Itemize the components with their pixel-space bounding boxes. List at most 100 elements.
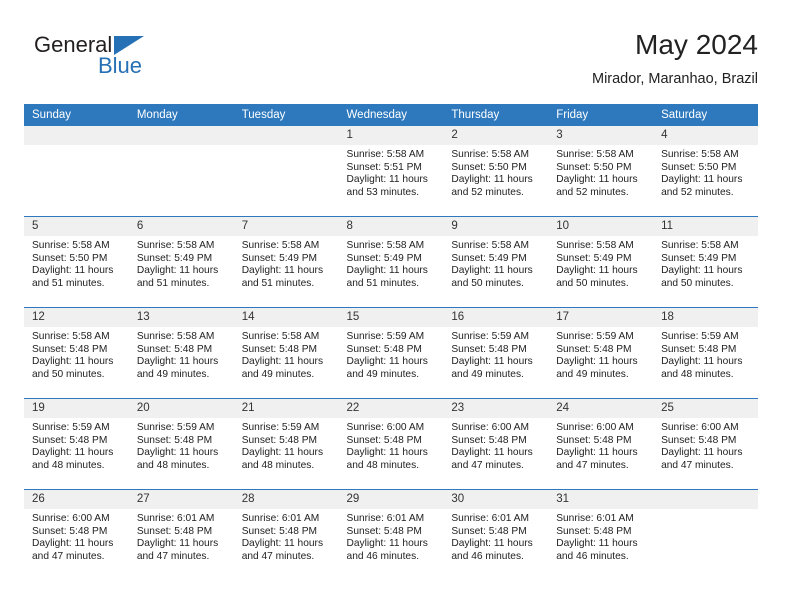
calendar-day-cell[interactable]: 5 Sunrise: 5:58 AM Sunset: 5:50 PM Daylight… <box>24 216 129 308</box>
daylight-text-line2: and 51 minutes. <box>136 277 210 289</box>
sunrise-text: Sunrise: 6:00 AM <box>451 422 529 433</box>
day-sun-info: Sunrise: 5:58 AM Sunset: 5:48 PM Daylight:… <box>24 327 129 381</box>
sunrise-text: Sunrise: 6:01 AM <box>346 513 425 524</box>
daylight-text-line2: and 51 minutes. <box>241 277 315 289</box>
calendar-day-cell[interactable]: 21 Sunrise: 5:59 AM Sunset: 5:48 PM Dayligh… <box>233 398 339 490</box>
calendar-week-row: 5 Sunrise: 5:58 AM Sunset: 5:50 PM Daylight… <box>24 216 758 308</box>
page-title: May 2024 <box>635 29 758 60</box>
calendar-day-cell[interactable]: 14 Sunrise: 5:58 AM Sunset: 5:48 PM Dayligh… <box>233 307 339 399</box>
calendar-week-row: 26 Sunrise: 6:00 AM Sunset: 5:48 PM Dayligh… <box>24 489 758 580</box>
sunset-text: Sunset: 5:49 PM <box>346 252 422 264</box>
day-number: 4 <box>653 126 758 145</box>
calendar-day-cell[interactable]: 18 Sunrise: 5:59 AM Sunset: 5:48 PM Dayligh… <box>653 307 758 399</box>
daylight-text-line2: and 49 minutes. <box>241 368 315 380</box>
daylight-text-line1: Daylight: 11 hours <box>32 356 114 368</box>
day-number: 21 <box>233 399 339 418</box>
day-sun-info: Sunrise: 5:59 AM Sunset: 5:48 PM Daylight:… <box>548 327 653 381</box>
daylight-text-line1: Daylight: 11 hours <box>346 265 428 277</box>
sunset-text: Sunset: 5:48 PM <box>136 525 213 537</box>
weekday-header-friday: Friday <box>548 104 654 126</box>
calendar-day-cell[interactable]: 24 Sunrise: 6:00 AM Sunset: 5:48 PM Dayligh… <box>548 398 654 490</box>
daylight-text-line1: Daylight: 11 hours <box>136 538 219 550</box>
daylight-text-line2: and 51 minutes. <box>346 277 420 289</box>
day-sun-info: Sunrise: 5:58 AM Sunset: 5:50 PM Daylight:… <box>443 145 548 199</box>
calendar-day-cell[interactable]: 10 Sunrise: 5:58 AM Sunset: 5:49 PM Dayligh… <box>548 216 654 308</box>
sunset-text: Sunset: 5:48 PM <box>136 343 213 355</box>
sunset-text: Sunset: 5:49 PM <box>136 252 213 264</box>
calendar-day-cell[interactable]: 25 Sunrise: 6:00 AM Sunset: 5:48 PM Dayligh… <box>653 398 758 490</box>
day-number: 7 <box>233 217 339 236</box>
calendar-day-cell[interactable]: 13 Sunrise: 5:58 AM Sunset: 5:48 PM Dayligh… <box>128 307 234 399</box>
day-sun-info: Sunrise: 5:59 AM Sunset: 5:48 PM Daylight:… <box>234 418 339 472</box>
calendar-day-cell[interactable]: 20 Sunrise: 5:59 AM Sunset: 5:48 PM Dayligh… <box>128 398 234 490</box>
calendar-day-cell[interactable]: 4 Sunrise: 5:58 AM Sunset: 5:50 PM Daylight… <box>653 126 758 217</box>
sunset-text: Sunset: 5:48 PM <box>451 525 527 537</box>
calendar-day-cell[interactable]: 17 Sunrise: 5:59 AM Sunset: 5:48 PM Dayligh… <box>548 307 654 399</box>
calendar-day-cell[interactable]: 28 Sunrise: 6:01 AM Sunset: 5:48 PM Dayligh… <box>233 489 339 580</box>
day-sun-info: Sunrise: 5:58 AM Sunset: 5:48 PM Daylight:… <box>234 327 339 381</box>
calendar-day-cell[interactable] <box>233 126 339 217</box>
calendar-day-cell[interactable]: 1 Sunrise: 5:58 AM Sunset: 5:51 PM Daylight… <box>338 126 444 217</box>
calendar-day-cell[interactable] <box>24 126 129 217</box>
daylight-text-line2: and 48 minutes. <box>32 459 105 471</box>
sunrise-text: Sunrise: 6:01 AM <box>451 513 529 524</box>
day-box <box>653 490 758 580</box>
daylight-text-line2: and 46 minutes. <box>556 550 629 562</box>
daylight-text-line1: Daylight: 11 hours <box>556 174 638 186</box>
day-number: 18 <box>653 308 758 327</box>
sunrise-text: Sunrise: 5:58 AM <box>136 331 215 342</box>
calendar-day-cell[interactable]: 9 Sunrise: 5:58 AM Sunset: 5:49 PM Daylight… <box>443 216 549 308</box>
day-sun-info: Sunrise: 6:01 AM Sunset: 5:48 PM Daylight:… <box>234 509 339 563</box>
day-box: 20 Sunrise: 5:59 AM Sunset: 5:48 PM Dayligh… <box>128 399 234 489</box>
sunset-text: Sunset: 5:50 PM <box>661 161 737 173</box>
calendar-day-cell[interactable]: 16 Sunrise: 5:59 AM Sunset: 5:48 PM Dayligh… <box>443 307 549 399</box>
daylight-text-line2: and 47 minutes. <box>661 459 734 471</box>
daylight-text-line1: Daylight: 11 hours <box>556 538 638 550</box>
calendar-day-cell[interactable]: 27 Sunrise: 6:01 AM Sunset: 5:48 PM Dayligh… <box>128 489 234 580</box>
day-box: 30 Sunrise: 6:01 AM Sunset: 5:48 PM Dayligh… <box>443 490 549 580</box>
sunset-text: Sunset: 5:48 PM <box>451 434 527 446</box>
day-sun-info: Sunrise: 5:58 AM Sunset: 5:49 PM Daylight:… <box>129 236 234 290</box>
calendar-day-cell[interactable]: 23 Sunrise: 6:00 AM Sunset: 5:48 PM Dayligh… <box>443 398 549 490</box>
calendar-day-cell[interactable]: 12 Sunrise: 5:58 AM Sunset: 5:48 PM Dayligh… <box>24 307 129 399</box>
calendar-day-cell[interactable]: 7 Sunrise: 5:58 AM Sunset: 5:49 PM Daylight… <box>233 216 339 308</box>
daylight-text-line1: Daylight: 11 hours <box>556 356 638 368</box>
calendar-day-cell[interactable]: 30 Sunrise: 6:01 AM Sunset: 5:48 PM Dayligh… <box>443 489 549 580</box>
daylight-text-line2: and 48 minutes. <box>661 368 734 380</box>
calendar-day-cell[interactable]: 19 Sunrise: 5:59 AM Sunset: 5:48 PM Dayligh… <box>24 398 129 490</box>
day-sun-info: Sunrise: 5:59 AM Sunset: 5:48 PM Daylight:… <box>443 327 548 381</box>
day-sun-info: Sunrise: 5:58 AM Sunset: 5:51 PM Daylight:… <box>339 145 444 199</box>
sunrise-text: Sunrise: 5:58 AM <box>346 240 425 251</box>
sunset-text: Sunset: 5:48 PM <box>241 343 318 355</box>
calendar-day-cell[interactable]: 8 Sunrise: 5:58 AM Sunset: 5:49 PM Daylight… <box>338 216 444 308</box>
day-sun-info: Sunrise: 6:01 AM Sunset: 5:48 PM Daylight:… <box>129 509 234 563</box>
weekday-header-thursday: Thursday <box>443 104 549 126</box>
daylight-text-line2: and 49 minutes. <box>451 368 524 380</box>
calendar-day-cell[interactable]: 15 Sunrise: 5:59 AM Sunset: 5:48 PM Dayligh… <box>338 307 444 399</box>
sunrise-text: Sunrise: 5:59 AM <box>241 422 320 433</box>
calendar-day-cell[interactable]: 6 Sunrise: 5:58 AM Sunset: 5:49 PM Daylight… <box>128 216 234 308</box>
calendar-day-cell[interactable] <box>653 489 758 580</box>
calendar-day-cell[interactable] <box>128 126 234 217</box>
calendar-day-cell[interactable]: 26 Sunrise: 6:00 AM Sunset: 5:48 PM Dayligh… <box>24 489 129 580</box>
calendar-day-cell[interactable]: 11 Sunrise: 5:58 AM Sunset: 5:49 PM Dayligh… <box>653 216 758 308</box>
calendar-body: 1 Sunrise: 5:58 AM Sunset: 5:51 PM Daylight… <box>24 126 758 580</box>
daylight-text-line2: and 50 minutes. <box>32 368 105 380</box>
day-sun-info: Sunrise: 6:01 AM Sunset: 5:48 PM Daylight:… <box>548 509 653 563</box>
daylight-text-line2: and 53 minutes. <box>346 186 420 198</box>
day-box: 24 Sunrise: 6:00 AM Sunset: 5:48 PM Dayligh… <box>548 399 654 489</box>
calendar-day-cell[interactable]: 3 Sunrise: 5:58 AM Sunset: 5:50 PM Daylight… <box>548 126 654 217</box>
calendar-day-cell[interactable]: 22 Sunrise: 6:00 AM Sunset: 5:48 PM Dayligh… <box>338 398 444 490</box>
general-blue-logo[interactable]: General Blue <box>34 32 174 88</box>
day-box <box>128 126 234 216</box>
sunset-text: Sunset: 5:48 PM <box>241 434 318 446</box>
day-box <box>24 126 129 216</box>
calendar-day-cell[interactable]: 31 Sunrise: 6:01 AM Sunset: 5:48 PM Dayligh… <box>548 489 654 580</box>
day-sun-info: Sunrise: 6:00 AM Sunset: 5:48 PM Daylight:… <box>443 418 548 472</box>
sunset-text: Sunset: 5:48 PM <box>136 434 213 446</box>
calendar-day-cell[interactable]: 29 Sunrise: 6:01 AM Sunset: 5:48 PM Dayligh… <box>338 489 444 580</box>
calendar-day-cell[interactable]: 2 Sunrise: 5:58 AM Sunset: 5:50 PM Daylight… <box>443 126 549 217</box>
sunrise-text: Sunrise: 6:00 AM <box>32 513 110 524</box>
day-box: 12 Sunrise: 5:58 AM Sunset: 5:48 PM Dayligh… <box>24 308 129 398</box>
day-number: 6 <box>128 217 234 236</box>
